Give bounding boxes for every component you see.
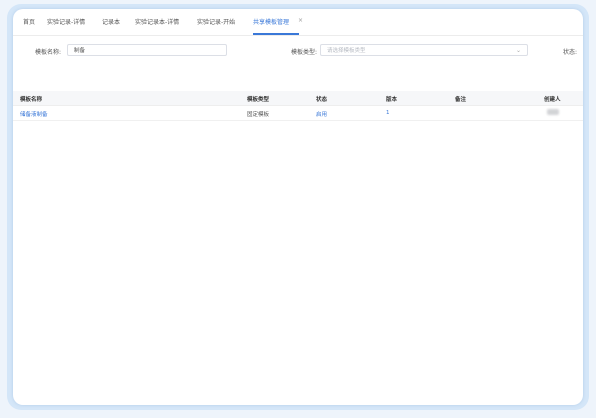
- status-label: 状态:: [563, 49, 578, 56]
- template-name-input[interactable]: 制备: [67, 44, 227, 56]
- creator-avatar-blurred: [547, 109, 559, 115]
- template-type-cell: 固定模板: [247, 112, 270, 118]
- tab-notebook[interactable]: 记录本: [102, 17, 120, 26]
- column-header-template-type: 模板类型: [247, 97, 270, 103]
- template-name-cell[interactable]: 储备液制备: [20, 110, 48, 118]
- tab-experiment-record-detail[interactable]: 实验记录-详情: [47, 17, 85, 26]
- template-name-label: 模板名称:: [35, 49, 62, 56]
- tab-experiment-record-start[interactable]: 实验记录-开始: [197, 17, 235, 26]
- main-panel: 首页 实验记录-详情 记录本 实验记录本-详情 实验记录-开始 共享模板管理 ×…: [13, 9, 583, 405]
- tab-home[interactable]: 首页: [23, 17, 35, 26]
- active-tab-indicator: [253, 33, 299, 35]
- column-header-remark: 备注: [455, 97, 467, 103]
- table-header: 模板名称 模板类型 状态 版本 备注 创建人: [13, 91, 583, 106]
- close-icon[interactable]: ×: [298, 17, 303, 24]
- template-type-label: 模板类型:: [291, 49, 318, 56]
- column-header-template-name: 模板名称: [20, 97, 43, 103]
- tab-notebook-detail[interactable]: 实验记录本-详情: [135, 17, 179, 26]
- template-type-placeholder: 请选择模板类型: [327, 48, 366, 54]
- template-type-select[interactable]: 请选择模板类型 ⌄: [320, 44, 528, 56]
- column-header-version: 版本: [386, 97, 398, 103]
- table-row: 储备液制备 固定模板 启用 1: [13, 106, 583, 121]
- column-header-creator: 创建人: [544, 97, 561, 103]
- status-cell[interactable]: 启用: [316, 110, 327, 118]
- column-header-status: 状态: [316, 97, 328, 103]
- template-name-value: 制备: [74, 48, 86, 54]
- tab-bar: 首页 实验记录-详情 记录本 实验记录本-详情 实验记录-开始 共享模板管理 ×: [13, 9, 583, 36]
- tab-shared-template-management[interactable]: 共享模板管理: [253, 17, 289, 26]
- chevron-down-icon: ⌄: [515, 47, 521, 54]
- version-cell: 1: [386, 110, 390, 116]
